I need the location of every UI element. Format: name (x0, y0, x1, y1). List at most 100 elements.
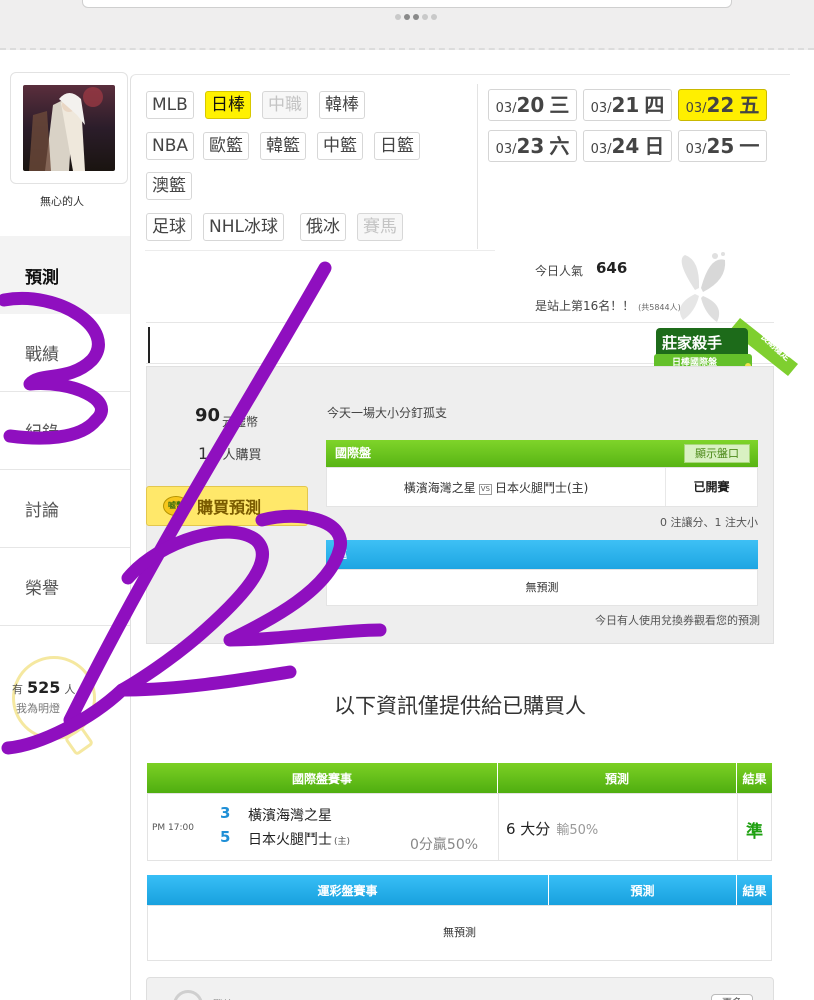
handicap-result: 0分贏50% (410, 837, 479, 853)
avatar[interactable] (23, 85, 115, 171)
buyer-count: 14 人購買 (198, 444, 262, 463)
lightbulb-prefix: 有 (12, 683, 23, 696)
purchaser-info-title: 以下資訊僅提供給已購買人 (334, 694, 586, 718)
pick-value: 6 大分 (506, 820, 551, 838)
text-caret (148, 327, 150, 363)
coupon-note: 今日有人使用兌換券觀看您的預測 (595, 614, 760, 627)
result-outcome: 準 (746, 822, 763, 842)
sport-tag-korea-basketball[interactable]: 韓籃 (260, 132, 306, 160)
buyer-label: 人購買 (222, 448, 262, 463)
date-button-0324[interactable]: 03/24 日 (583, 130, 672, 162)
team1-name: 橫濱海灣之星 (248, 808, 332, 824)
rank-main: 是站上第16名！！ (535, 299, 635, 313)
date-day: 20 (516, 93, 545, 117)
lottery-results-empty: 無預測 (147, 905, 772, 961)
team2-score: 5 (220, 828, 231, 846)
prediction-price-unit: 元噓幣 (222, 415, 259, 429)
top-strip (0, 0, 814, 50)
column-divider (737, 794, 738, 860)
username[interactable]: 無心的人 (10, 193, 114, 209)
date-weekday: 一 (739, 134, 760, 158)
lightbulb-number: 525 (27, 678, 61, 697)
page-indicator (395, 14, 437, 20)
page-dot (422, 14, 428, 20)
col-intl-event: 國際盤賽事 (147, 763, 498, 793)
sport-tag-mlb[interactable]: MLB (146, 91, 194, 119)
sport-tag-kbo[interactable]: 韓棒 (319, 91, 365, 119)
col-lottery-event: 運彩盤賽事 (147, 875, 549, 905)
sport-tag-euro-basketball[interactable]: 歐籃 (203, 132, 249, 160)
sidebar-menu: 預測 戰績 紀錄 討論 榮譽 (0, 236, 130, 626)
sport-tag-cpbl: 中職 (262, 91, 308, 119)
date-month: 03/ (495, 101, 517, 116)
page-dot-active (404, 14, 410, 20)
sidebar-item-prediction[interactable]: 預測 (0, 236, 130, 314)
date-weekday: 五 (739, 93, 760, 117)
date-day: 21 (611, 93, 640, 117)
match-team-home: 日本火腿鬥士(主) (494, 480, 589, 495)
lightbulb-widget[interactable]: 有 525 人 我為明燈 (0, 650, 130, 770)
buy-prediction-button[interactable]: 噓幣 購買預測 (146, 486, 308, 526)
sport-tag-australia-basketball[interactable]: 澳籃 (146, 172, 192, 200)
lottery-header: 運 (326, 540, 758, 569)
col-lottery-result: 結果 (742, 883, 767, 898)
col-prediction: 預測 (498, 763, 737, 793)
sidebar-item-honor[interactable]: 榮譽 (0, 548, 130, 626)
sport-tag-khl[interactable]: 俄冰 (300, 213, 346, 241)
date-button-0320[interactable]: 03/20 三 (488, 89, 577, 121)
sport-tag-nba[interactable]: NBA (146, 132, 195, 160)
team1-score: 3 (220, 804, 231, 822)
sport-tag-nhl[interactable]: NHL冰球 (203, 213, 284, 241)
sport-tag-soccer[interactable]: 足球 (146, 213, 192, 241)
top-search-bar[interactable] (82, 0, 732, 8)
page-dot (431, 14, 437, 20)
date-weekday: 三 (549, 93, 570, 117)
page-dot-active (413, 14, 419, 20)
avatar-card[interactable] (10, 72, 128, 184)
lottery-results-header: 運彩盤賽事 預測 結果 (147, 875, 772, 905)
col-lottery-prediction: 預測 (549, 875, 737, 905)
date-button-0322[interactable]: 03/22 五 (678, 89, 767, 121)
buyer-number: 14 (198, 444, 219, 463)
col-result: 結果 (742, 771, 767, 786)
team2-name-row: 日本火腿鬥士 (主) (248, 829, 350, 849)
date-day: 22 (706, 93, 735, 117)
date-month: 03/ (685, 101, 707, 116)
sidebar-item-history[interactable]: 紀錄 (0, 392, 130, 470)
match-team-away: 橫濱海灣之星 (403, 480, 476, 495)
sport-tag-horse-racing: 賽馬 (357, 213, 403, 241)
sidebar-item-discussion[interactable]: 討論 (0, 470, 130, 548)
prediction-description: 今天一場大小分釘孤支 (327, 406, 448, 420)
team2-name: 日本火腿鬥士 (248, 832, 332, 848)
intl-match-row: 橫濱海灣之星 VS 日本火腿鬥士(主) 已開賽 (326, 467, 758, 507)
date-button-0325[interactable]: 03/25 一 (678, 130, 767, 162)
lightbulb-note: 我為明燈 (16, 702, 60, 715)
show-odds-button[interactable]: 顯示盤口 (684, 444, 750, 463)
popularity-label: 今日人氣 (535, 264, 584, 278)
more-button[interactable]: 更多 (711, 994, 753, 1000)
lottery-empty: 無預測 (326, 569, 758, 606)
date-month: 03/ (495, 142, 517, 157)
match-teams: 橫濱海灣之星 VS 日本火腿鬥士(主) (327, 479, 665, 496)
intl-market-title: 國際盤 (335, 446, 372, 460)
bet-count-note: 0 注讓分、1 注大小 (660, 516, 758, 529)
column-divider (498, 794, 499, 860)
coin-icon: 噓幣 (163, 496, 189, 516)
match-time: PM 17:00 (152, 823, 194, 833)
date-day: 24 (611, 134, 640, 158)
date-month: 03/ (685, 142, 707, 157)
badge-title: 莊家殺手 (662, 334, 723, 352)
sport-tag-japan-basketball[interactable]: 日籃 (374, 132, 420, 160)
pick-note: 輸50% (556, 823, 599, 838)
match-status: 已開賽 (665, 468, 757, 506)
team2-host: (主) (334, 837, 351, 847)
date-button-0323[interactable]: 03/23 六 (488, 130, 577, 162)
record-panel: 戰績 更多 (146, 977, 774, 1000)
date-button-0321[interactable]: 03/21 四 (583, 89, 672, 121)
sport-tag-china-basketball[interactable]: 中籃 (317, 132, 363, 160)
date-weekday: 日 (644, 134, 665, 158)
horizontal-divider (145, 250, 495, 251)
sport-tag-npb[interactable]: 日棒 (205, 91, 251, 119)
sidebar-item-record[interactable]: 戰績 (0, 314, 130, 392)
date-day: 25 (706, 134, 735, 158)
